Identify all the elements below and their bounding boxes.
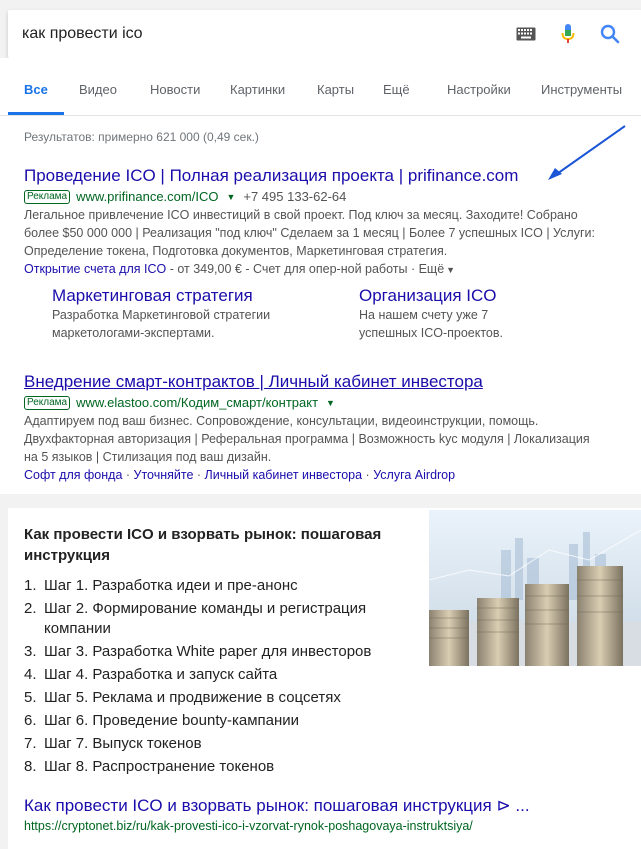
sitelink-organization: Организация ICO На нашем счету уже 7 усп…	[359, 286, 629, 342]
tab-all[interactable]: Все	[10, 82, 65, 97]
ad2-desc-line: Адаптируем под ваш бизнес. Сопровождение…	[24, 414, 539, 428]
tab-video[interactable]: Видео	[65, 82, 135, 97]
ad2-url: www.elastoo.com/Кодим_смарт/контракт	[76, 395, 319, 410]
snippet-steps-list: 1. Шаг 1. Разработка идеи и пре-анонс 2. Ш…	[24, 576, 424, 780]
snippet-title: Как провести ICO и взорвать рынок: пошаг…	[24, 526, 382, 564]
ad1-phone[interactable]: +7 495 133-62-64	[243, 189, 346, 204]
sitelink-title[interactable]: Маркетинговая стратегия	[52, 286, 342, 306]
search-input[interactable]	[8, 10, 515, 58]
active-tab-indicator	[8, 112, 64, 115]
list-item: 5. Шаг 5. Реклама и продвижение в соцсетя…	[24, 689, 341, 706]
ad2-link-cabinet[interactable]: Личный кабинет инвестора	[205, 468, 363, 482]
ad-result-1: Проведение ICO | Полная реализация проек…	[24, 166, 624, 279]
microphone-icon[interactable]	[557, 23, 579, 45]
ad2-link-ask[interactable]: Уточняйте	[134, 468, 194, 482]
tab-images[interactable]: Картинки	[217, 82, 305, 97]
tab-settings[interactable]: Настройки	[433, 82, 527, 97]
ad2-title-link[interactable]: Внедрение смарт-контрактов | Личный каби…	[24, 372, 624, 392]
list-item: 4. Шаг 4. Разработка и запуск сайта	[24, 666, 278, 683]
snippet-result-link[interactable]: Как провести ICO и взорвать рынок: пошаг…	[24, 796, 530, 816]
result-stats: Результатов: примерно 621 000 (0,49 сек.…	[24, 130, 259, 144]
ad1-more[interactable]: Ещё	[419, 262, 445, 276]
tab-tools[interactable]: Инструменты	[527, 82, 622, 97]
snippet-image[interactable]	[429, 510, 641, 666]
results-area: Результатов: примерно 621 000 (0,49 сек.…	[0, 116, 641, 494]
tab-more[interactable]: Ещё	[373, 82, 433, 97]
ad-result-2: Внедрение смарт-контрактов | Личный каби…	[24, 372, 624, 484]
ad1-extra-link[interactable]: Открытие счета для ICO	[24, 262, 166, 276]
search-bar	[8, 10, 641, 58]
sitelink-desc: Разработка Маркетинговой стратегии	[52, 308, 271, 322]
featured-snippet: Как провести ICO и взорвать рынок: пошаг…	[8, 508, 641, 849]
list-item: 8. Шаг 8. Распространение токенов	[24, 758, 275, 775]
caret-down-icon[interactable]: ▼	[446, 265, 455, 275]
list-item: 7. Шаг 7. Выпуск токенов	[24, 735, 202, 752]
caret-down-icon[interactable]: ▼	[326, 398, 335, 408]
ad-badge: Реклама	[24, 189, 71, 204]
ad1-desc-line: более $50 000 000 | Реализация "под ключ…	[24, 226, 595, 240]
sitelink-title[interactable]: Организация ICO	[359, 286, 629, 306]
tab-maps[interactable]: Карты	[305, 82, 373, 97]
list-item: 3. Шаг 3. Разработка White paper для инве…	[24, 643, 372, 660]
keyboard-icon[interactable]	[515, 23, 537, 45]
sitelink-desc: На нашем счету уже 7	[359, 308, 489, 322]
sitelink-desc: маркетологами-экспертами.	[52, 326, 215, 340]
caret-down-icon[interactable]: ▼	[226, 192, 235, 202]
ad2-desc-line: Двухфакторная авторизация | Реферальная …	[24, 432, 590, 446]
ad1-extra-price: - от 349,00 € - Счет для опер-ной работы…	[166, 262, 419, 276]
ad2-description: Адаптируем под ваш бизнес. Сопровождение…	[24, 412, 624, 466]
sitelink-marketing: Маркетинговая стратегия Разработка Марке…	[52, 286, 342, 342]
ad1-description: Легальное привлечение ICO инвестиций в с…	[24, 206, 624, 260]
sitelink-desc: успешных ICO-проектов.	[359, 326, 503, 340]
ad1-desc-line: Определение токена, Подготовка документо…	[24, 244, 448, 258]
search-icon[interactable]	[599, 23, 621, 45]
snippet-url: https://cryptonet.biz/ru/kak-provesti-ic…	[24, 819, 473, 833]
tab-news[interactable]: Новости	[135, 82, 217, 97]
ad2-desc-line: на 5 языков | Стилизация под ваш дизайн.	[24, 450, 272, 464]
ad-badge: Реклама	[24, 395, 71, 410]
list-item: 6. Шаг 6. Проведение bounty-кампании	[24, 712, 300, 729]
ad2-link-airdrop[interactable]: Услуга Airdrop	[373, 468, 455, 482]
ad1-desc-line: Легальное привлечение ICO инвестиций в с…	[24, 208, 578, 222]
ad1-title-link[interactable]: Проведение ICO | Полная реализация проек…	[24, 166, 624, 186]
ad2-link-soft[interactable]: Софт для фонда	[24, 468, 122, 482]
list-item: 2. Шаг 2. Формирование команды и регистра…	[24, 600, 367, 637]
tab-bar: Все Видео Новости Картинки Карты Ещё Нас…	[0, 58, 641, 116]
list-item: 1. Шаг 1. Разработка идеи и пре-анонс	[24, 577, 298, 594]
ad1-url: www.prifinance.com/ICO	[76, 189, 219, 204]
